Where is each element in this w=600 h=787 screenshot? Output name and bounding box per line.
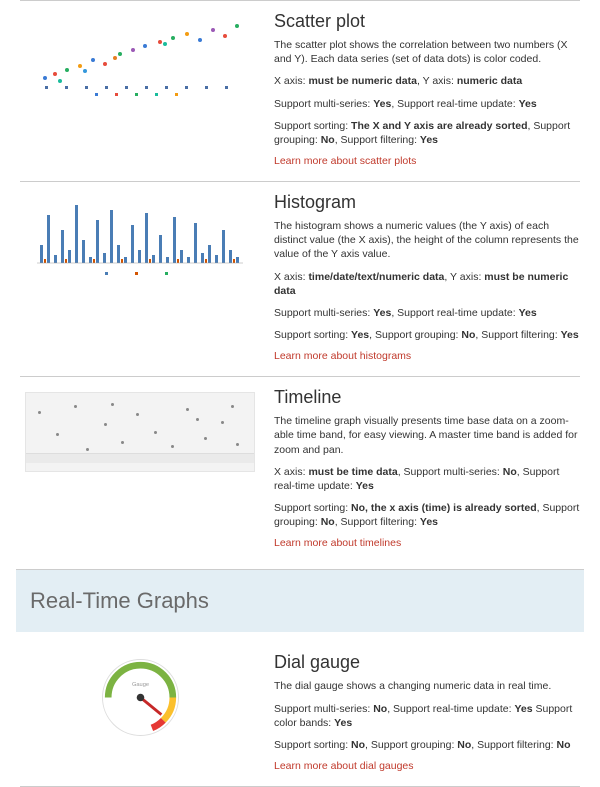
- scatter-thumbnail: [20, 11, 260, 101]
- timeline-learn-link[interactable]: Learn more about timelines: [274, 537, 401, 549]
- scatter-plot-icon: [25, 16, 255, 96]
- histogram-series: Support multi-series: Yes, Support real-…: [274, 306, 580, 320]
- scatter-axes: X axis: must be numeric data, Y axis: nu…: [274, 74, 580, 88]
- timeline-thumbnail: [20, 387, 260, 477]
- chart-type-scatter: Scatter plot The scatter plot shows the …: [20, 0, 580, 181]
- chart-type-timeline: Timeline The timeline graph visually pre…: [20, 376, 580, 563]
- chart-type-histogram: Histogram The histogram shows a numeric …: [20, 181, 580, 376]
- chart-type-gauge: Gauge Dial gauge The dial gauge shows a …: [20, 642, 580, 787]
- histogram-support: Support sorting: Yes, Support grouping: …: [274, 328, 580, 342]
- gauge-support: Support sorting: No, Support grouping: N…: [274, 738, 580, 752]
- timeline-axes: X axis: must be time data, Support multi…: [274, 465, 580, 493]
- scatter-title: Scatter plot: [274, 11, 580, 32]
- histogram-icon: [25, 195, 255, 280]
- histogram-axes: X axis: time/date/text/numeric data, Y a…: [274, 270, 580, 298]
- scatter-series: Support multi-series: Yes, Support real-…: [274, 97, 580, 111]
- section-realtime-header: Real-Time Graphs: [16, 569, 584, 632]
- svg-text:Gauge: Gauge: [131, 682, 148, 688]
- gauge-learn-link[interactable]: Learn more about dial gauges: [274, 760, 414, 772]
- histogram-desc: The histogram shows a numeric values (th…: [274, 219, 580, 262]
- scatter-learn-link[interactable]: Learn more about scatter plots: [274, 155, 416, 167]
- gauge-thumbnail: Gauge: [20, 652, 260, 742]
- histogram-title: Histogram: [274, 192, 580, 213]
- scatter-content: Scatter plot The scatter plot shows the …: [274, 11, 580, 167]
- timeline-content: Timeline The timeline graph visually pre…: [274, 387, 580, 549]
- gauge-content: Dial gauge The dial gauge shows a changi…: [274, 652, 580, 772]
- gauge-title: Dial gauge: [274, 652, 580, 673]
- histogram-thumbnail: [20, 192, 260, 282]
- histogram-learn-link[interactable]: Learn more about histograms: [274, 350, 411, 362]
- gauge-desc: The dial gauge shows a changing numeric …: [274, 679, 580, 693]
- scatter-support: Support sorting: The X and Y axis are al…: [274, 119, 580, 147]
- timeline-desc: The timeline graph visually presents tim…: [274, 414, 580, 457]
- timeline-support: Support sorting: No, the x axis (time) i…: [274, 501, 580, 529]
- histogram-content: Histogram The histogram shows a numeric …: [274, 192, 580, 362]
- timeline-icon: [25, 392, 255, 472]
- timeline-title: Timeline: [274, 387, 580, 408]
- gauge-series: Support multi-series: No, Support real-t…: [274, 702, 580, 730]
- dial-gauge-icon: Gauge: [93, 650, 188, 745]
- scatter-desc: The scatter plot shows the correlation b…: [274, 38, 580, 66]
- section-realtime-title: Real-Time Graphs: [30, 588, 570, 614]
